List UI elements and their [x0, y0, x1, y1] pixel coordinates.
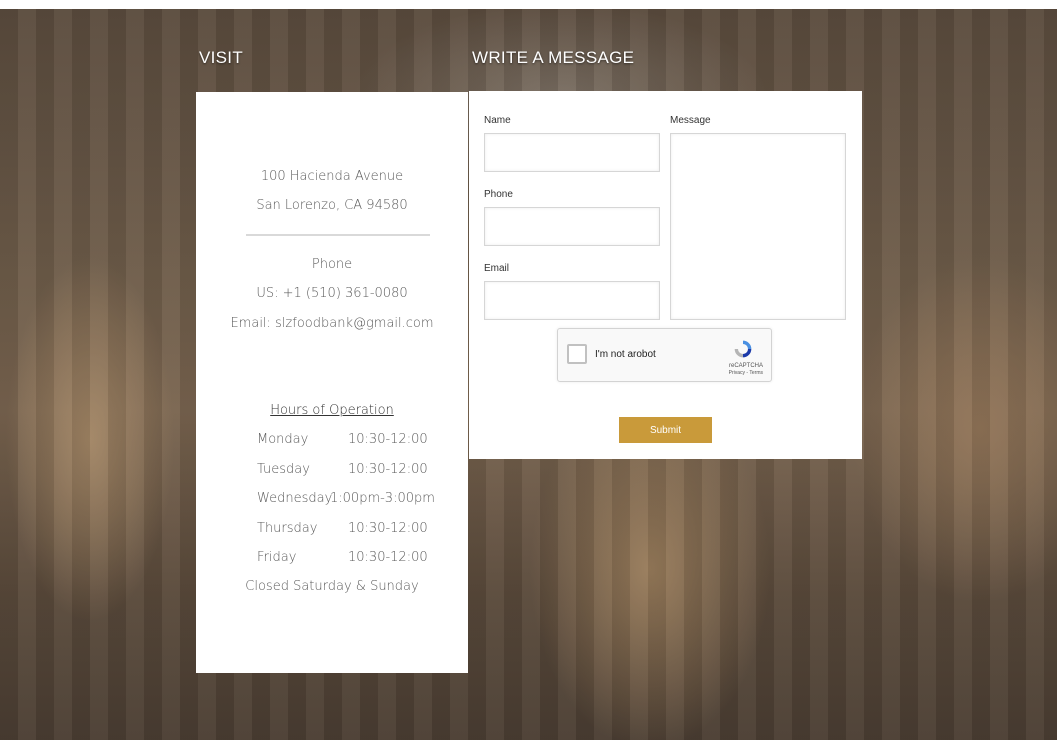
recaptcha-label: I'm not arobot — [595, 349, 656, 360]
submit-button[interactable]: Submit — [619, 417, 712, 443]
hours-day: Thursday — [257, 521, 318, 536]
phone-number: US: +1 (510) 361-0080 — [256, 286, 408, 301]
divider — [246, 234, 430, 236]
hours-day: Monday — [257, 432, 309, 447]
hours-time: 10:30-12:00 — [348, 462, 428, 477]
recaptcha-icon — [734, 340, 752, 358]
recaptcha-brand: reCAPTCHA — [728, 363, 763, 369]
name-input[interactable] — [484, 133, 660, 172]
visit-title: VISIT — [199, 48, 244, 67]
hours-time: 10:30-12:00 — [348, 550, 428, 565]
phone-label: Phone — [311, 257, 353, 272]
hours-row: Monday 10:30-12:00 — [196, 432, 468, 450]
closed-note: Closed Saturday & Sunday — [245, 579, 419, 594]
write-message-title: WRITE A MESSAGE — [472, 48, 635, 67]
email-label: Email — [484, 263, 510, 274]
hours-row: Tuesday 10:30-12:00 — [196, 462, 468, 480]
hours-time: 1:00pm-3:00pm — [330, 491, 435, 506]
recaptcha-checkbox[interactable] — [567, 344, 587, 364]
name-label: Name — [484, 115, 511, 126]
email-input[interactable] — [484, 281, 660, 320]
recaptcha-widget: I'm not arobot reCAPTCHA Privacy - Terms — [557, 328, 772, 382]
address-line-1: 100 Hacienda Avenue — [260, 169, 404, 184]
hours-day: Wednesday — [257, 491, 333, 506]
email-address: Email: slzfoodbank@gmail.com — [230, 316, 434, 331]
visit-panel: 100 Hacienda Avenue San Lorenzo, CA 9458… — [196, 92, 468, 673]
hours-row: Friday 10:30-12:00 — [196, 550, 468, 568]
phone-input[interactable] — [484, 207, 660, 246]
hours-day: Friday — [257, 550, 297, 565]
address-line-2: San Lorenzo, CA 94580 — [256, 198, 408, 213]
recaptcha-terms-link[interactable]: Privacy - Terms — [729, 370, 763, 376]
hours-row: Thursday 10:30-12:00 — [196, 521, 468, 539]
message-textarea[interactable] — [670, 133, 846, 320]
hours-time: 10:30-12:00 — [348, 432, 428, 447]
contact-form: Name Phone Email Message I'm not arobot … — [469, 91, 862, 459]
message-label: Message — [670, 115, 711, 126]
hours-time: 10:30-12:00 — [348, 521, 428, 536]
phone-label: Phone — [484, 189, 513, 200]
hours-day: Tuesday — [257, 462, 310, 477]
hours-title: Hours of Operation — [270, 403, 394, 418]
hours-row: Wednesday 1:00pm-3:00pm — [196, 491, 468, 509]
